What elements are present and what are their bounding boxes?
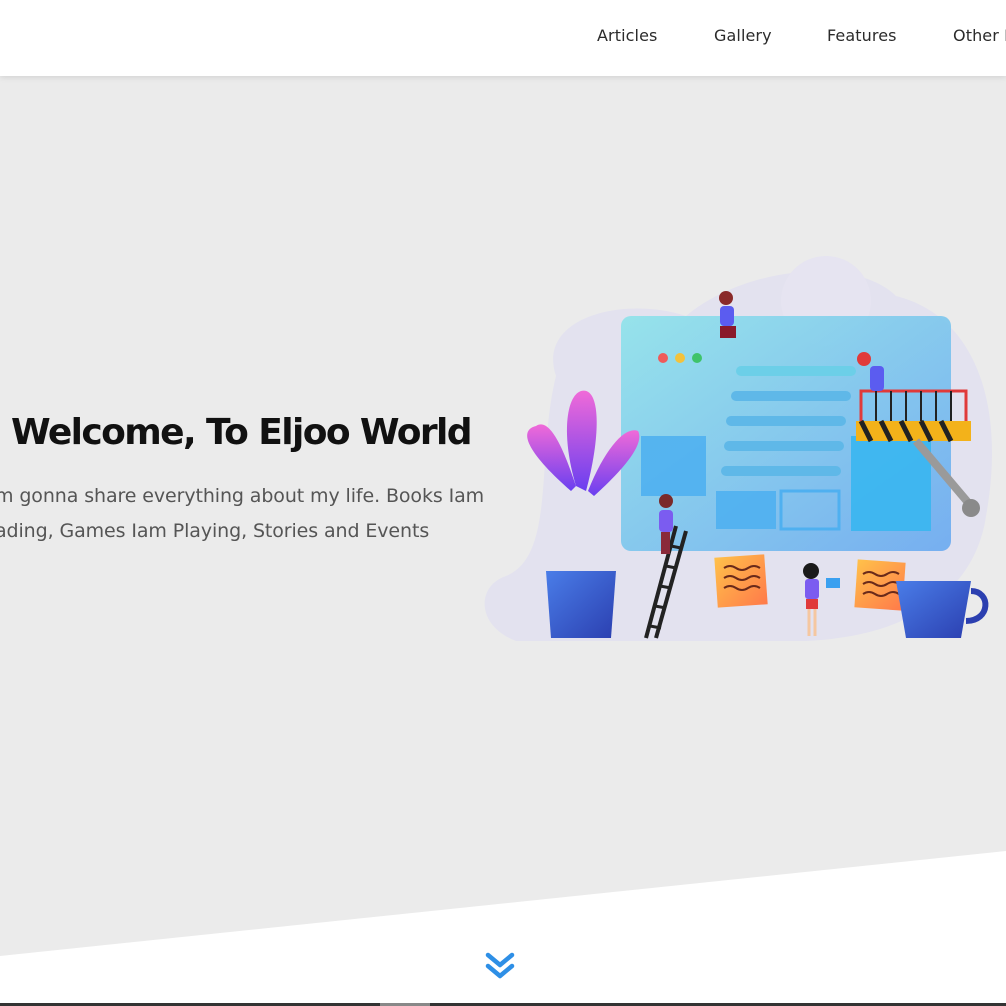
nav-link-other-links[interactable]: Other L bbox=[953, 26, 1006, 45]
hero-description-line-2: ading, Games Iam Playing, Stories and Ev… bbox=[0, 520, 430, 542]
double-chevron-down-icon bbox=[485, 952, 515, 979]
nav-link-articles[interactable]: Articles bbox=[597, 26, 657, 45]
website-construction-illustration bbox=[484, 256, 992, 641]
hero-description-line-1: m gonna share everything about my life. … bbox=[0, 485, 485, 507]
nav-link-features[interactable]: Features bbox=[827, 26, 897, 45]
top-navigation: Articles Gallery Features Other L bbox=[0, 0, 1006, 76]
hero-section: Welcome, To Eljoo World m gonna share ev… bbox=[0, 76, 1006, 956]
hero-title: Welcome, To Eljoo World bbox=[11, 412, 473, 453]
scroll-down-button[interactable] bbox=[483, 950, 517, 984]
nav-link-gallery[interactable]: Gallery bbox=[714, 26, 772, 45]
